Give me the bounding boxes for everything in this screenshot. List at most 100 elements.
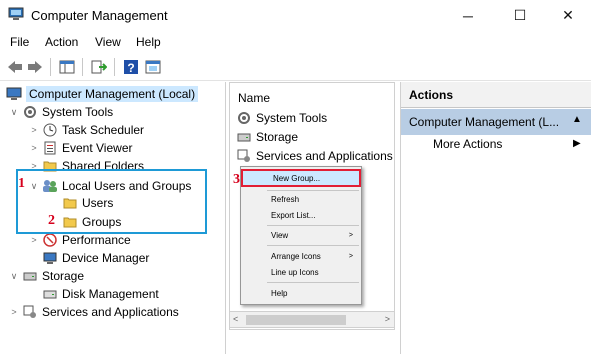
list-item-label: System Tools: [256, 111, 328, 125]
actions-more-actions[interactable]: More Actions: [433, 137, 502, 151]
actions-group-computer-management[interactable]: Computer Management (L... ▲: [401, 109, 591, 135]
svg-text:?: ?: [127, 61, 134, 75]
menu-item-label: View: [271, 230, 289, 240]
scrollbar-thumb[interactable]: [246, 315, 346, 325]
tree-label-performance: Performance: [62, 233, 131, 247]
tree-label-system-tools: System Tools: [42, 105, 114, 119]
menu-item-label: New Group...: [273, 173, 321, 183]
menu-separator: [267, 225, 359, 226]
tree-item-device-manager[interactable]: Device Manager: [40, 249, 149, 267]
horizontal-scrollbar[interactable]: < >: [229, 311, 395, 328]
actions-header: Actions: [401, 82, 591, 108]
close-button[interactable]: ✕: [545, 0, 591, 31]
forward-icon[interactable]: [26, 58, 44, 76]
menu-separator: [267, 245, 359, 246]
tree-item-task-scheduler[interactable]: > Task Scheduler: [28, 121, 144, 139]
tree-label-disk-management: Disk Management: [62, 287, 159, 301]
annotation-step-3: 3: [233, 172, 240, 187]
tree-label-root: Computer Management (Local): [26, 86, 199, 102]
toolbar: ?: [0, 53, 591, 81]
tree-item-event-viewer[interactable]: > Event Viewer: [28, 139, 132, 157]
scroll-right-icon[interactable]: >: [385, 314, 390, 324]
menu-file[interactable]: File: [10, 35, 29, 49]
tree-item-disk-management[interactable]: Disk Management: [40, 285, 159, 303]
toolbar-separator: [114, 58, 115, 76]
chevron-right-icon[interactable]: >: [28, 235, 40, 245]
system-tools-icon: [22, 104, 38, 120]
computer-management-icon: [8, 7, 24, 21]
menu-view[interactable]: View: [95, 35, 121, 49]
menu-item-view[interactable]: View >: [241, 227, 361, 243]
storage-icon: [236, 129, 252, 145]
annotation-highlight-box: [16, 169, 207, 234]
export-list-icon[interactable]: [90, 58, 108, 76]
list-item[interactable]: System Tools: [234, 109, 327, 127]
tree-label-event-viewer: Event Viewer: [62, 141, 133, 155]
annotation-step-2: 2: [48, 213, 55, 228]
actions-group-label: Computer Management (L...: [409, 115, 560, 129]
help-icon[interactable]: ?: [122, 58, 140, 76]
tree-label-storage: Storage: [42, 269, 85, 283]
list-item[interactable]: Services and Applications: [234, 147, 393, 165]
list-item[interactable]: Storage: [234, 128, 298, 146]
submenu-arrow-icon: ▶: [573, 138, 581, 149]
services-icon: [22, 304, 38, 320]
chevron-right-icon[interactable]: >: [28, 125, 40, 135]
minimize-button[interactable]: ─: [445, 0, 491, 31]
menu-item-arrange-icons[interactable]: Arrange Icons >: [241, 248, 361, 264]
services-icon: [236, 148, 252, 164]
collapse-up-icon[interactable]: ▲: [572, 114, 582, 125]
computer-icon: [6, 86, 22, 102]
context-menu: New Group... Refresh Export List... View…: [240, 166, 362, 305]
submenu-arrow-icon: >: [348, 252, 353, 260]
tree-label-task-scheduler: Task Scheduler: [62, 123, 145, 137]
tree-label-device-manager: Device Manager: [62, 251, 150, 265]
console-tree-icon[interactable]: [144, 58, 162, 76]
tree-item-storage[interactable]: ∨ Storage: [8, 267, 84, 285]
maximize-button[interactable]: ☐: [497, 0, 543, 31]
performance-icon: [42, 232, 58, 248]
menu-item-help[interactable]: Help: [241, 285, 361, 301]
tree-item-root[interactable]: Computer Management (Local): [4, 85, 199, 103]
tree-label-services-apps: Services and Applications: [42, 305, 179, 319]
actions-pane: Actions Computer Management (L... ▲ More…: [400, 82, 591, 354]
submenu-arrow-icon: >: [348, 231, 353, 239]
chevron-down-icon[interactable]: ∨: [8, 107, 20, 118]
toolbar-separator: [82, 58, 83, 76]
chevron-right-icon[interactable]: >: [28, 143, 40, 153]
menu-item-new-group[interactable]: New Group...: [241, 169, 361, 187]
list-item-label: Services and Applications: [256, 149, 393, 163]
title-bar: Computer Management ─ ☐ ✕: [0, 0, 591, 31]
menu-item-refresh[interactable]: Refresh: [241, 191, 361, 207]
device-manager-icon: [42, 250, 58, 266]
menu-action[interactable]: Action: [45, 35, 78, 49]
menu-item-line-up-icons[interactable]: Line up Icons: [241, 264, 361, 280]
clock-icon: [42, 122, 58, 138]
window-title: Computer Management: [31, 8, 168, 23]
menu-item-export-list[interactable]: Export List...: [241, 207, 361, 223]
system-tools-icon: [236, 110, 252, 126]
toolbar-separator: [50, 58, 51, 76]
storage-icon: [22, 268, 38, 284]
menu-item-label: Line up Icons: [271, 267, 319, 277]
scroll-left-icon[interactable]: <: [233, 314, 238, 324]
menu-item-label: Refresh: [271, 194, 300, 204]
menu-bar: File Action View Help: [0, 31, 591, 53]
menu-separator: [267, 282, 359, 283]
actions-title: Actions: [409, 88, 454, 102]
menu-item-label: Export List...: [271, 210, 316, 220]
column-header-name[interactable]: Name: [238, 91, 270, 105]
show-hide-tree-icon[interactable]: [58, 58, 76, 76]
menu-help[interactable]: Help: [136, 35, 161, 49]
annotation-step-1: 1: [18, 176, 25, 191]
menu-item-label: Help: [271, 288, 288, 298]
back-icon[interactable]: [6, 58, 24, 76]
tree-item-services-apps[interactable]: > Services and Applications: [8, 303, 179, 321]
tree-item-system-tools[interactable]: ∨ System Tools: [8, 103, 113, 121]
disk-icon: [42, 286, 58, 302]
chevron-right-icon[interactable]: >: [8, 307, 20, 317]
chevron-down-icon[interactable]: ∨: [8, 271, 20, 282]
list-item-label: Storage: [256, 130, 299, 144]
event-viewer-icon: [42, 140, 58, 156]
menu-item-label: Arrange Icons: [271, 251, 321, 261]
